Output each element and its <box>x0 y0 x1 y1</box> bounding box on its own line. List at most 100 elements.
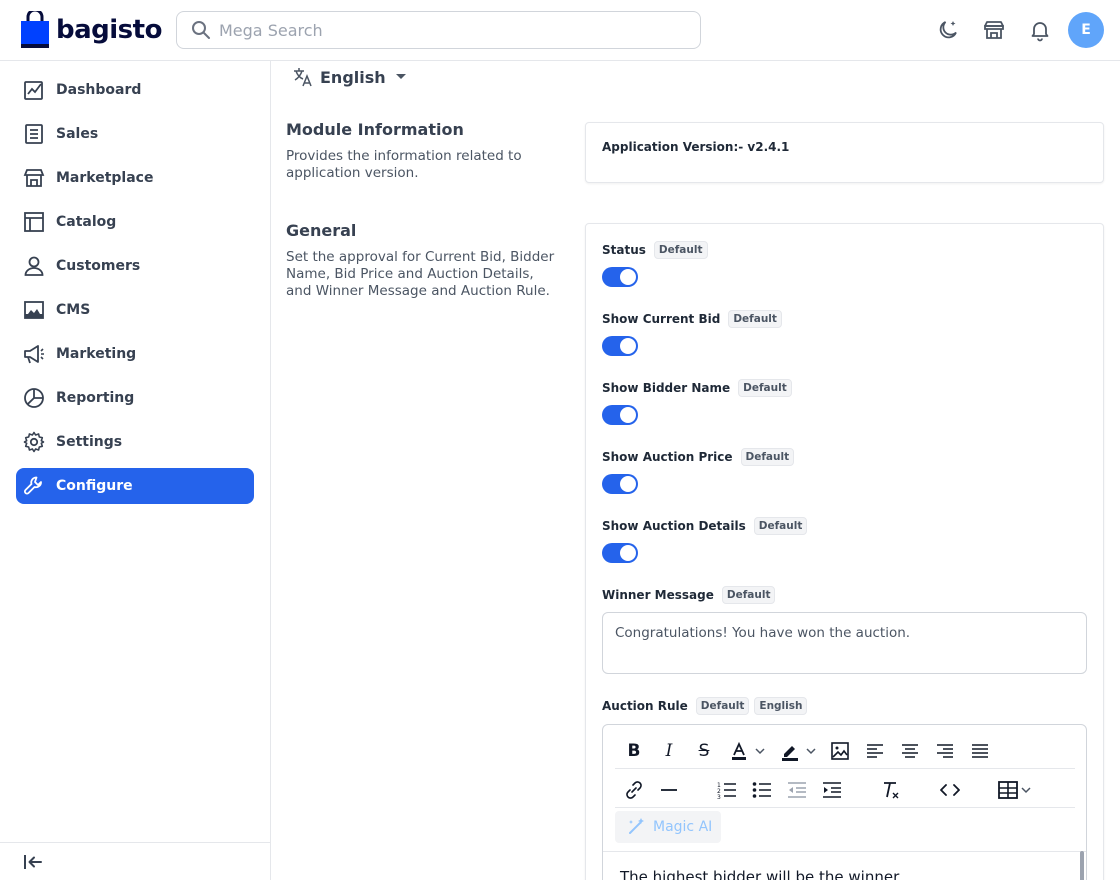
sales-icon <box>25 124 43 144</box>
dashboard-icon <box>24 81 43 100</box>
sidebar-item-settings[interactable]: Settings <box>16 424 254 460</box>
toggle-knob <box>620 407 636 423</box>
field-label-text: Status <box>602 243 646 257</box>
sidebar-item-catalog[interactable]: Catalog <box>16 204 254 240</box>
indent-icon[interactable] <box>821 779 843 801</box>
bag-icon <box>21 11 49 48</box>
bullet-list-icon[interactable] <box>751 779 773 801</box>
sidebar-item-dashboard[interactable]: Dashboard <box>16 72 254 108</box>
auction-rule-editor[interactable]: B I S 1 2 3 Magic AI The highest bidder … <box>602 724 1087 880</box>
status-toggle[interactable] <box>602 267 638 287</box>
editor-content-text: The highest bidder will be the winner. <box>620 868 903 880</box>
magic-ai-button[interactable]: Magic AI <box>615 811 721 843</box>
sidebar-item-label: Marketing <box>56 346 137 362</box>
editor-content-area[interactable]: The highest bidder will be the winner. <box>603 851 1086 880</box>
module-info-description: Provides the information related to appl… <box>286 148 522 181</box>
clear-formatting-icon[interactable] <box>880 779 902 801</box>
field-label-text: Auction Rule <box>602 699 688 713</box>
default-badge: Default <box>721 586 776 604</box>
settings-icon <box>23 431 45 453</box>
general-description: Set the approval for Current Bid, Bidder… <box>286 249 555 299</box>
sidebar-item-cms[interactable]: CMS <box>16 292 254 328</box>
link-icon[interactable] <box>623 779 645 801</box>
align-right-icon[interactable] <box>934 740 956 762</box>
show-auction-details-toggle[interactable] <box>602 543 638 563</box>
mega-search[interactable] <box>176 11 701 49</box>
svg-text:3: 3 <box>717 794 721 799</box>
image-icon[interactable] <box>829 740 851 762</box>
editor-scrollbar[interactable] <box>1080 851 1084 880</box>
default-badge: Default <box>753 517 808 535</box>
text-color-icon[interactable] <box>728 740 750 762</box>
collapse-sidebar-icon[interactable] <box>22 851 44 873</box>
default-badge: Default <box>653 241 708 259</box>
reporting-icon <box>24 388 44 408</box>
highlight-color-icon[interactable] <box>779 740 801 762</box>
winner-message-textarea[interactable]: Congratulations! You have won the auctio… <box>602 612 1087 674</box>
editor-toolbar-row-2: 123 <box>615 770 1075 808</box>
align-justify-icon[interactable] <box>969 740 991 762</box>
module-info-title: Module Information <box>286 120 464 139</box>
toggle-knob <box>620 269 636 285</box>
winner-message-label: Winner Message Default <box>602 586 776 604</box>
sidebar-item-configure[interactable]: Configure <box>16 468 254 504</box>
align-center-icon[interactable] <box>899 740 921 762</box>
sidebar-collapse-bar[interactable] <box>0 842 270 880</box>
strikethrough-icon[interactable]: S <box>693 740 715 762</box>
bagisto-logo[interactable]: bagisto <box>20 11 162 49</box>
sidebar: Dashboard Sales Marketplace Catalog Cust… <box>0 61 271 880</box>
user-avatar[interactable]: E <box>1068 12 1104 48</box>
status-label: Status Default <box>602 241 708 259</box>
customers-icon <box>24 256 44 276</box>
top-header: bagisto E <box>0 0 1120 61</box>
sidebar-item-label: Marketplace <box>56 170 154 186</box>
toggle-knob <box>620 476 636 492</box>
sidebar-item-label: Settings <box>56 434 123 450</box>
chevron-down-icon[interactable] <box>753 740 767 762</box>
table-icon[interactable] <box>997 779 1019 801</box>
show-bidder-name-toggle[interactable] <box>602 405 638 425</box>
application-version: Application Version:- v2.4.1 <box>602 140 790 154</box>
sidebar-item-label: Configure <box>56 478 133 494</box>
marketplace-icon <box>23 169 45 187</box>
configure-icon <box>24 476 42 495</box>
show-current-bid-toggle[interactable] <box>602 336 638 356</box>
outdent-icon[interactable] <box>786 779 808 801</box>
translate-icon <box>294 68 312 87</box>
field-label-text: Show Auction Price <box>602 450 733 464</box>
sidebar-item-marketplace[interactable]: Marketplace <box>16 160 254 196</box>
sidebar-item-reporting[interactable]: Reporting <box>16 380 254 416</box>
sidebar-item-label: Catalog <box>56 214 117 230</box>
cms-icon <box>24 301 44 319</box>
sidebar-item-sales[interactable]: Sales <box>16 116 254 152</box>
show-bidder-name-label: Show Bidder Name Default <box>602 379 792 397</box>
field-label-text: Winner Message <box>602 588 714 602</box>
source-code-icon[interactable] <box>939 779 961 801</box>
show-auction-details-label: Show Auction Details Default <box>602 517 808 535</box>
horizontal-line-icon[interactable] <box>658 779 680 801</box>
locale-label: English <box>320 67 386 87</box>
dark-mode-icon[interactable] <box>936 18 960 42</box>
caret-down-icon <box>395 74 406 79</box>
numbered-list-icon[interactable]: 123 <box>716 779 738 801</box>
align-left-icon[interactable] <box>864 740 886 762</box>
field-label-text: Show Auction Details <box>602 519 746 533</box>
bell-icon[interactable] <box>1028 18 1052 42</box>
default-badge: Default <box>740 448 795 466</box>
search-input[interactable] <box>219 20 689 40</box>
sidebar-item-marketing[interactable]: Marketing <box>16 336 254 372</box>
field-label-text: Show Current Bid <box>602 312 721 326</box>
store-icon[interactable] <box>982 18 1006 42</box>
locale-switcher[interactable]: English <box>292 66 410 88</box>
show-auction-price-toggle[interactable] <box>602 474 638 494</box>
italic-icon[interactable]: I <box>658 740 680 762</box>
show-auction-price-label: Show Auction Price Default <box>602 448 795 466</box>
sidebar-item-label: Reporting <box>56 390 135 406</box>
chevron-down-icon[interactable] <box>1019 779 1033 801</box>
chevron-down-icon[interactable] <box>804 740 818 762</box>
default-badge: Default <box>728 310 782 328</box>
bold-icon[interactable]: B <box>623 740 645 762</box>
magic-ai-label: Magic AI <box>653 819 713 835</box>
default-badge: Default <box>738 379 792 397</box>
sidebar-item-customers[interactable]: Customers <box>16 248 254 284</box>
